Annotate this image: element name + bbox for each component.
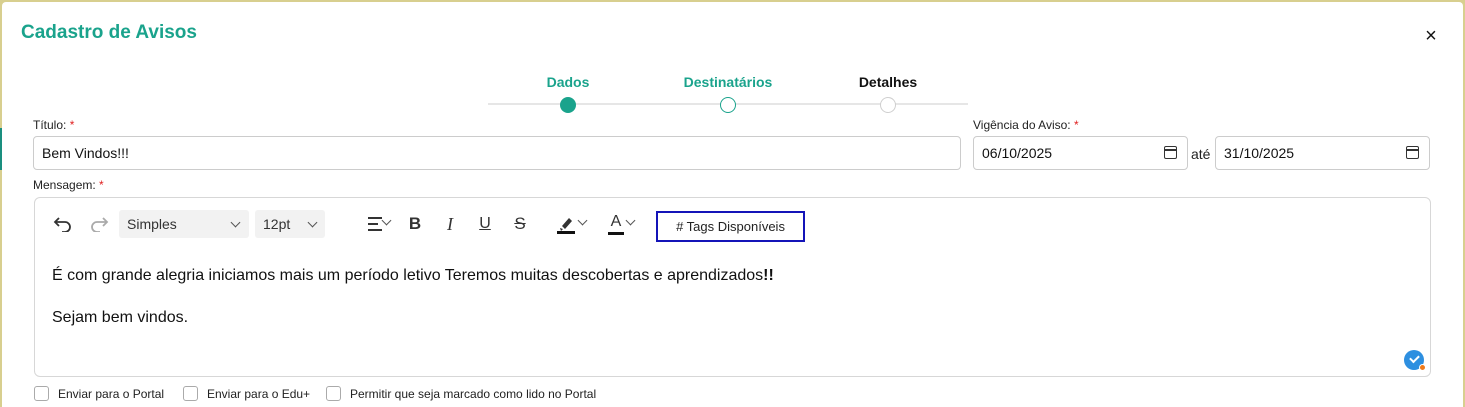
checkbox-box[interactable] bbox=[34, 386, 49, 401]
font-color-icon: A bbox=[606, 212, 626, 236]
vigencia-label: Vigência do Aviso: * bbox=[973, 118, 1079, 132]
checkbox-box[interactable] bbox=[183, 386, 198, 401]
titulo-label: Título: * bbox=[33, 118, 75, 132]
underline-button[interactable]: U bbox=[475, 212, 495, 236]
font-size-select[interactable]: 12pt bbox=[255, 210, 325, 238]
calendar-icon[interactable] bbox=[1164, 146, 1177, 159]
step-pending-indicator bbox=[880, 97, 896, 113]
chevron-down-icon bbox=[307, 217, 318, 228]
bold-button[interactable]: B bbox=[405, 212, 425, 236]
highlight-button[interactable] bbox=[543, 212, 589, 236]
stepper: Dados Destinatários Detalhes bbox=[488, 74, 968, 114]
font-color-button[interactable]: A bbox=[593, 212, 639, 236]
modal-dialog: Cadastro de Avisos × Dados Destinatários… bbox=[2, 2, 1463, 407]
editor-content[interactable]: É com grande alegria iniciamos mais um p… bbox=[52, 265, 774, 349]
checkbox-label: Enviar para o Portal bbox=[58, 386, 165, 401]
rich-text-editor[interactable]: Simples 12pt B I U S A # Tags Disponívei… bbox=[34, 197, 1431, 377]
date-from-input[interactable]: 06/10/2025 bbox=[973, 136, 1188, 170]
editor-paragraph: Sejam bem vindos. bbox=[52, 309, 189, 326]
checkbox-enviar-edu[interactable]: Enviar para o Edu+ bbox=[183, 386, 310, 401]
chevron-down-icon bbox=[230, 217, 241, 228]
date-to-input[interactable]: 31/10/2025 bbox=[1215, 136, 1430, 170]
close-icon[interactable]: × bbox=[1421, 26, 1441, 46]
tags-disponiveis-button[interactable]: # Tags Disponíveis bbox=[656, 211, 805, 242]
step-label: Dados bbox=[546, 74, 590, 90]
strikethrough-button[interactable]: S bbox=[510, 212, 530, 236]
step-done-indicator bbox=[560, 97, 576, 113]
ate-label: até bbox=[1191, 146, 1211, 162]
align-left-icon bbox=[368, 215, 382, 232]
step-label: Destinatários bbox=[683, 74, 773, 90]
redo-icon[interactable] bbox=[87, 212, 111, 236]
highlighter-icon bbox=[557, 218, 575, 234]
italic-button[interactable]: I bbox=[440, 212, 460, 236]
checkbox-label: Permitir que seja marcado como lido no P… bbox=[350, 386, 597, 401]
calendar-icon[interactable] bbox=[1406, 146, 1419, 159]
editor-paragraph: É com grande alegria iniciamos mais um p… bbox=[52, 267, 774, 284]
checkbox-enviar-portal[interactable]: Enviar para o Portal bbox=[34, 386, 164, 401]
status-dot bbox=[1419, 364, 1426, 371]
titulo-input[interactable]: Bem Vindos!!! bbox=[33, 136, 961, 170]
mensagem-label: Mensagem: * bbox=[33, 178, 104, 192]
align-button[interactable] bbox=[355, 212, 395, 236]
chevron-down-icon bbox=[381, 215, 392, 226]
step-destinatarios[interactable]: Destinatários bbox=[648, 74, 808, 113]
step-detalhes[interactable]: Detalhes bbox=[808, 74, 968, 113]
block-format-select[interactable]: Simples bbox=[119, 210, 249, 238]
checkbox-box[interactable] bbox=[326, 386, 341, 401]
chevron-down-icon bbox=[625, 215, 636, 226]
checkbox-marcado-lido[interactable]: Permitir que seja marcado como lido no P… bbox=[326, 386, 596, 401]
modal-title: Cadastro de Avisos bbox=[21, 22, 197, 43]
chevron-down-icon bbox=[577, 215, 588, 226]
undo-icon[interactable] bbox=[51, 212, 75, 236]
step-active-indicator bbox=[720, 97, 736, 113]
step-dados[interactable]: Dados bbox=[488, 74, 648, 113]
checkbox-label: Enviar para o Edu+ bbox=[207, 386, 311, 401]
step-label: Detalhes bbox=[858, 74, 918, 90]
